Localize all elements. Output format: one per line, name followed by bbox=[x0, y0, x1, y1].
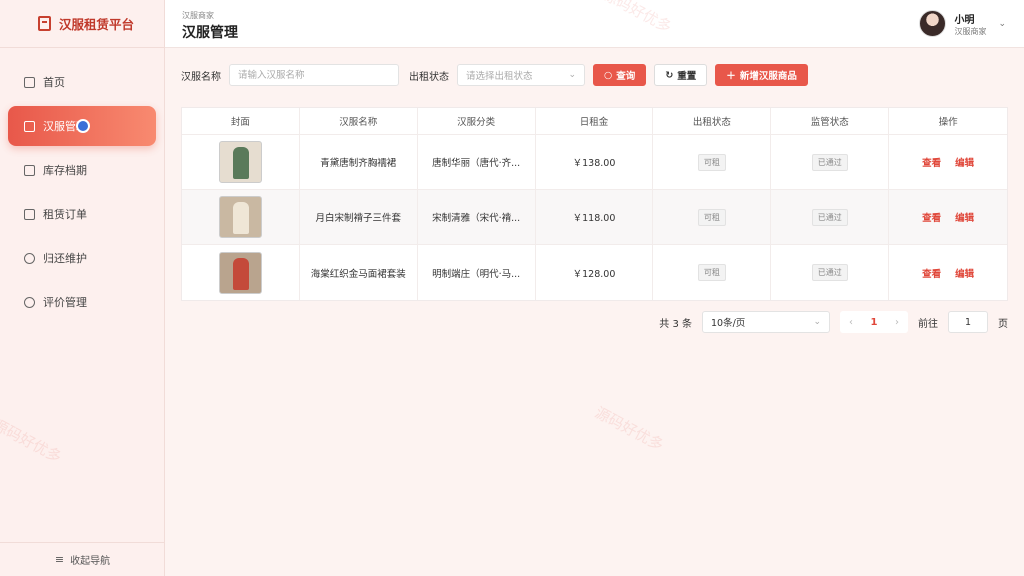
user-role: 汉服商家 bbox=[954, 26, 987, 36]
page-size-value: 10条/页 bbox=[711, 318, 746, 329]
edit-link[interactable]: 编辑 bbox=[955, 210, 974, 224]
col-category: 汉服分类 bbox=[418, 108, 536, 134]
status-placeholder: 请选择出租状态 bbox=[466, 71, 533, 82]
brand: 汉服租赁平台 bbox=[0, 0, 164, 48]
search-bar: 汉服名称 出租状态 请选择出租状态 ⌄ ○ 查询 ↻ 重置 ＋ 新增汉服商品 bbox=[181, 64, 808, 86]
page-title: 汉服管理 bbox=[182, 25, 238, 41]
sidebar-item-reviews[interactable]: 评价管理 bbox=[8, 282, 156, 322]
name-input[interactable] bbox=[229, 64, 399, 86]
table-row: 青黛唐制齐胸襦裙 唐制华丽（唐代·齐... ￥138.00 可租 已通过 查看 … bbox=[182, 135, 1007, 190]
total-count: 共 3 条 bbox=[659, 318, 692, 330]
hanfu-category: 唐制华丽（唐代·齐... bbox=[418, 135, 536, 189]
daily-price: ￥118.00 bbox=[536, 190, 654, 244]
chevron-down-icon: ⌄ bbox=[998, 18, 1006, 29]
page-number[interactable]: 1 bbox=[862, 317, 886, 328]
sidebar-item-orders[interactable]: 租赁订单 bbox=[8, 194, 156, 234]
hanfu-table: 封面 汉服名称 汉服分类 日租金 出租状态 监管状态 操作 青黛唐制齐胸襦裙 唐… bbox=[181, 107, 1008, 301]
sidebar-item-label: 库存档期 bbox=[43, 164, 87, 177]
sidebar-nav: 首页 汉服管理 库存档期 租赁订单 归还维护 评价管理 bbox=[0, 48, 164, 322]
bag-icon bbox=[24, 120, 35, 132]
sidebar-item-label: 归还维护 bbox=[43, 252, 87, 265]
name-label: 汉服名称 bbox=[181, 71, 221, 83]
rent-status-badge: 可租 bbox=[697, 208, 726, 226]
main-content: 汉服名称 出租状态 请选择出租状态 ⌄ ○ 查询 ↻ 重置 ＋ 新增汉服商品 封… bbox=[165, 48, 1024, 576]
reset-button[interactable]: ↻ 重置 bbox=[654, 64, 708, 86]
daily-price: ￥128.00 bbox=[536, 245, 654, 300]
calendar-icon bbox=[24, 164, 35, 176]
col-actions: 操作 bbox=[938, 117, 958, 128]
sidebar-item-return[interactable]: 归还维护 bbox=[8, 238, 156, 278]
table-header: 封面 汉服名称 汉服分类 日租金 出租状态 监管状态 操作 bbox=[182, 108, 1007, 135]
view-link[interactable]: 查看 bbox=[922, 155, 941, 169]
col-cover: 封面 bbox=[182, 108, 300, 134]
collapse-nav-button[interactable]: ≡ 收起导航 bbox=[0, 542, 165, 576]
refresh-icon bbox=[24, 252, 35, 264]
collapse-label: 收起导航 bbox=[70, 556, 111, 567]
monitor-icon bbox=[24, 76, 35, 88]
col-price: 日租金 bbox=[536, 108, 654, 134]
page-nav: ‹ 1 › bbox=[840, 311, 908, 333]
add-label: 新增汉服商品 bbox=[739, 71, 797, 82]
query-button[interactable]: ○ 查询 bbox=[593, 64, 647, 86]
chevron-down-icon: ⌄ bbox=[568, 70, 576, 80]
user-menu[interactable]: 小明 汉服商家 ⌄ bbox=[919, 10, 1006, 37]
sidebar-item-label: 评价管理 bbox=[43, 296, 87, 309]
col-rent-status: 出租状态 bbox=[653, 108, 772, 134]
audit-status-badge: 已通过 bbox=[811, 208, 848, 226]
daily-price: ￥138.00 bbox=[536, 135, 654, 189]
page-size-select[interactable]: 10条/页 ⌄ bbox=[702, 311, 830, 333]
status-label: 出租状态 bbox=[409, 71, 449, 83]
sidebar-item-label: 租赁订单 bbox=[43, 208, 87, 221]
avatar bbox=[919, 10, 947, 37]
audit-status-badge: 已通过 bbox=[811, 153, 848, 171]
cover-image[interactable] bbox=[218, 141, 262, 183]
chat-icon bbox=[24, 296, 35, 308]
query-label: 查询 bbox=[616, 71, 636, 82]
header: 汉服商家 汉服管理 小明 汉服商家 ⌄ bbox=[165, 0, 1024, 48]
goto-label: 前往 bbox=[918, 318, 938, 330]
prev-page-button[interactable]: ‹ bbox=[840, 317, 862, 328]
cover-image[interactable] bbox=[218, 196, 262, 238]
sidebar-item-inventory[interactable]: 库存档期 bbox=[8, 150, 156, 190]
brand-title: 汉服租赁平台 bbox=[59, 17, 135, 32]
status-select[interactable]: 请选择出租状态 ⌄ bbox=[457, 64, 585, 86]
pagination: 共 3 条 10条/页 ⌄ ‹ 1 › 前往 1 页 bbox=[659, 311, 1008, 333]
col-audit-status: 监管状态 bbox=[771, 108, 890, 134]
col-name: 汉服名称 bbox=[300, 108, 418, 134]
add-hanfu-button[interactable]: ＋ 新增汉服商品 bbox=[715, 64, 808, 86]
hanfu-name: 青黛唐制齐胸襦裙 bbox=[300, 135, 418, 189]
page-suffix: 页 bbox=[998, 318, 1008, 330]
goto-page-input[interactable]: 1 bbox=[948, 311, 988, 333]
refresh-icon: ↻ bbox=[665, 69, 674, 81]
rent-status-badge: 可租 bbox=[697, 153, 726, 171]
edit-link[interactable]: 编辑 bbox=[955, 155, 974, 169]
search-icon: ○ bbox=[604, 69, 613, 81]
table-row: 月白宋制褙子三件套 宋制清雅（宋代·褙... ￥118.00 可租 已通过 查看… bbox=[182, 190, 1007, 245]
chevron-down-icon: ⌄ bbox=[813, 317, 821, 327]
reset-label: 重置 bbox=[677, 71, 697, 82]
hanfu-category: 宋制清雅（宋代·褙... bbox=[418, 190, 536, 244]
edit-link[interactable]: 编辑 bbox=[955, 266, 974, 280]
next-page-button[interactable]: › bbox=[886, 317, 908, 328]
sidebar-item-home[interactable]: 首页 bbox=[8, 62, 156, 102]
view-link[interactable]: 查看 bbox=[922, 266, 941, 280]
user-name: 小明 bbox=[954, 14, 975, 26]
plus-icon: ＋ bbox=[726, 71, 736, 82]
sidebar: 汉服租赁平台 首页 汉服管理 库存档期 租赁订单 归还维护 评价管理 ≡ 收起导… bbox=[0, 0, 165, 576]
menu-icon: ≡ bbox=[54, 553, 65, 566]
sidebar-item-hanfu[interactable]: 汉服管理 bbox=[8, 106, 156, 146]
hanfu-name: 月白宋制褙子三件套 bbox=[300, 190, 418, 244]
document-icon bbox=[24, 208, 35, 220]
table-row: 海棠红织金马面裙套装 明制端庄（明代·马... ￥128.00 可租 已通过 查… bbox=[182, 245, 1007, 300]
rent-status-badge: 可租 bbox=[697, 264, 726, 281]
cover-image[interactable] bbox=[218, 251, 262, 294]
hanfu-name: 海棠红织金马面裙套装 bbox=[300, 245, 418, 300]
view-link[interactable]: 查看 bbox=[922, 210, 941, 224]
cursor-dot bbox=[76, 119, 90, 133]
sidebar-item-label: 首页 bbox=[43, 76, 65, 89]
audit-status-badge: 已通过 bbox=[811, 264, 848, 281]
book-icon bbox=[38, 16, 51, 31]
hanfu-category: 明制端庄（明代·马... bbox=[418, 245, 536, 300]
breadcrumb: 汉服商家 bbox=[182, 11, 214, 20]
